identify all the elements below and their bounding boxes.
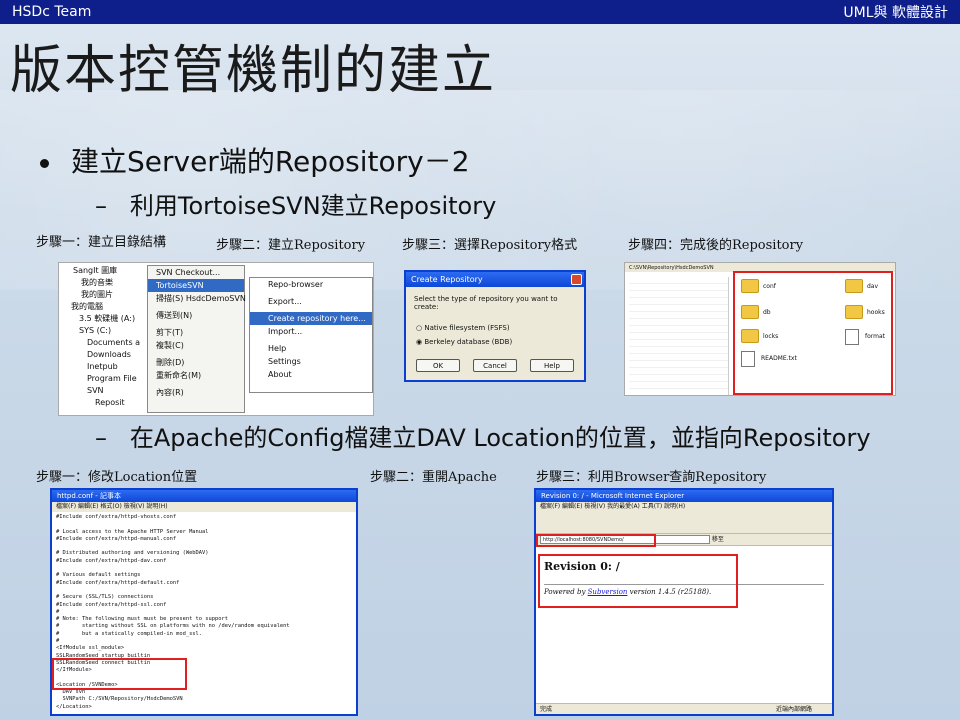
browser-title: Revision 0: / - Microsoft Internet Explo… [536,490,832,502]
folder-label: locks [763,333,779,340]
submenu: Repo-browser Export... Create repository… [249,277,373,393]
screenshot-notepad: httpd.conf - 記事本 檔案(F) 編輯(E) 格式(O) 檢視(V)… [50,488,358,716]
notepad-menu: 檔案(F) 編輯(E) 格式(O) 檢視(V) 說明(H) [52,502,356,512]
notepad-title: httpd.conf - 記事本 [52,490,356,502]
tree-item: SYS (C:) [79,326,112,335]
sub-bullet-1-text: 利用TortoiseSVN建立Repository [129,192,497,220]
submenu-item: Settings [268,357,301,366]
step-label-2-2: 步驟二：重開Apache [370,470,497,485]
submenu-item: About [268,370,292,379]
sub-bullet-2-text: 在Apache的Config檔建立DAV Location的位置，並指向Repo… [129,424,871,452]
menu-item: 剪下(T) [156,328,184,337]
menu-item: 刪除(D) [156,358,185,367]
slide-title: 版本控管機制的建立 [10,41,497,101]
folder-icon [741,305,759,319]
status-bar: 完成 近端內部網路 [536,703,832,714]
dialog-title: Create Repository [406,272,584,287]
screenshot-browser: Revision 0: / - Microsoft Internet Explo… [534,488,834,716]
screenshot-create-repository-dialog: Create Repository Select the type of rep… [404,270,586,382]
course-label: UML與 軟體設計 [843,5,948,21]
folder-label: hooks [867,309,885,316]
dialog-buttons: OK Cancel Help [416,359,574,372]
step-label-2-3: 步驟三：利用Browser查詢Repository [536,470,767,485]
team-label: HSDc Team [12,4,92,20]
menu-item: 複製(C) [156,341,184,350]
tree-item: Documents a [87,338,141,347]
dialog-prompt: Select the type of repository you want t… [414,295,558,311]
tree-item: 我的音樂 [81,278,113,287]
highlight-box [536,534,656,547]
menu-item: 傳送到(N) [156,311,193,320]
sub-bullet-1: – 利用TortoiseSVN建立Repository [95,192,497,220]
radio-label: Berkeley database (BDB) [424,338,513,346]
step-label-1-3: 步驟三：選擇Repository格式 [402,238,578,253]
menu-item-highlighted: TortoiseSVN [148,279,244,292]
menu-item: 掃描(S) HsdcDemoSVN [156,294,246,303]
tree-item: Reposit [95,398,125,407]
file-icon [741,351,755,367]
submenu-item: Export... [268,297,302,306]
tree-item: Program File [87,374,137,383]
radio-label: Native filesystem (FSFS) [424,324,510,332]
status-right: 近端內部網路 [775,706,812,713]
screenshot-context-menu: SangIt 圖庫 我的音樂 我的圖片 我的電腦 3.5 軟碟機 (A:) SY… [58,262,374,416]
cancel-button: Cancel [473,359,517,372]
file-icon [845,329,859,345]
tree-item: 我的電腦 [71,302,103,311]
go-button: 移至 [711,536,724,543]
menu-item: 內容(R) [156,388,184,397]
status-left: 完成 [540,706,553,713]
bullet-main-text: 建立Server端的Repository－2 [71,145,470,178]
folder-label: conf [763,283,776,290]
radio-option: ○ Native filesystem (FSFS) [416,324,510,332]
folder-tree [629,277,729,395]
submenu-item-highlighted: Create repository here... [250,312,372,325]
tree-item: 3.5 軟碟機 (A:) [79,314,136,323]
context-menu: SVN Checkout... TortoiseSVN 掃描(S) HsdcDe… [147,265,246,413]
browser-menu: 檔案(F) 編輯(E) 檢視(V) 我的最愛(A) 工具(T) 說明(H) [536,502,832,512]
folder-icon [845,279,863,293]
folder-label: dav [867,283,879,290]
tree-item: Downloads [87,350,131,359]
bullet-main: 建立Server端的Repository－2 [40,140,470,180]
tree-item: SangIt 圖庫 [73,266,118,275]
close-icon [571,274,582,285]
tree-item: SVN [87,386,104,395]
submenu-item: Repo-browser [268,280,324,289]
file-label: format [865,333,886,340]
ok-button: OK [416,359,460,372]
step-label-1-2: 步驟二：建立Repository [216,238,366,253]
tree-item: Inetpub [87,362,118,371]
folder-label: db [763,309,771,316]
step-label-1-4: 步驟四：完成後的Repository [628,238,804,253]
menu-item: 重新命名(M) [156,371,202,380]
file-label: README.txt [761,355,797,362]
browser-toolbar [536,512,832,534]
submenu-item: Help [268,344,287,353]
screenshot-repository-folder: C:\SVN\Repository\HsdcDemoSVN conf dav d… [624,262,896,396]
highlight-box [52,658,187,690]
help-button: Help [530,359,574,372]
top-bar: HSDc Team UML與 軟體設計 [0,0,960,24]
sub-bullet-2: – 在Apache的Config檔建立DAV Location的位置，並指向Re… [95,424,871,452]
folder-icon [741,329,759,343]
radio-option: ◉ Berkeley database (BDB) [416,338,513,346]
highlight-box [538,554,738,608]
folder-icon [845,305,863,319]
folder-icon [741,279,759,293]
submenu-item: Import... [268,327,303,336]
tree-item: 我的圖片 [81,290,113,299]
bullet-dot-icon [40,158,49,168]
step-label-1-1: 步驟一：建立目錄結構 [36,235,167,250]
step-label-2-1: 步驟一：修改Location位置 [36,470,198,485]
menu-item: SVN Checkout... [156,268,221,277]
